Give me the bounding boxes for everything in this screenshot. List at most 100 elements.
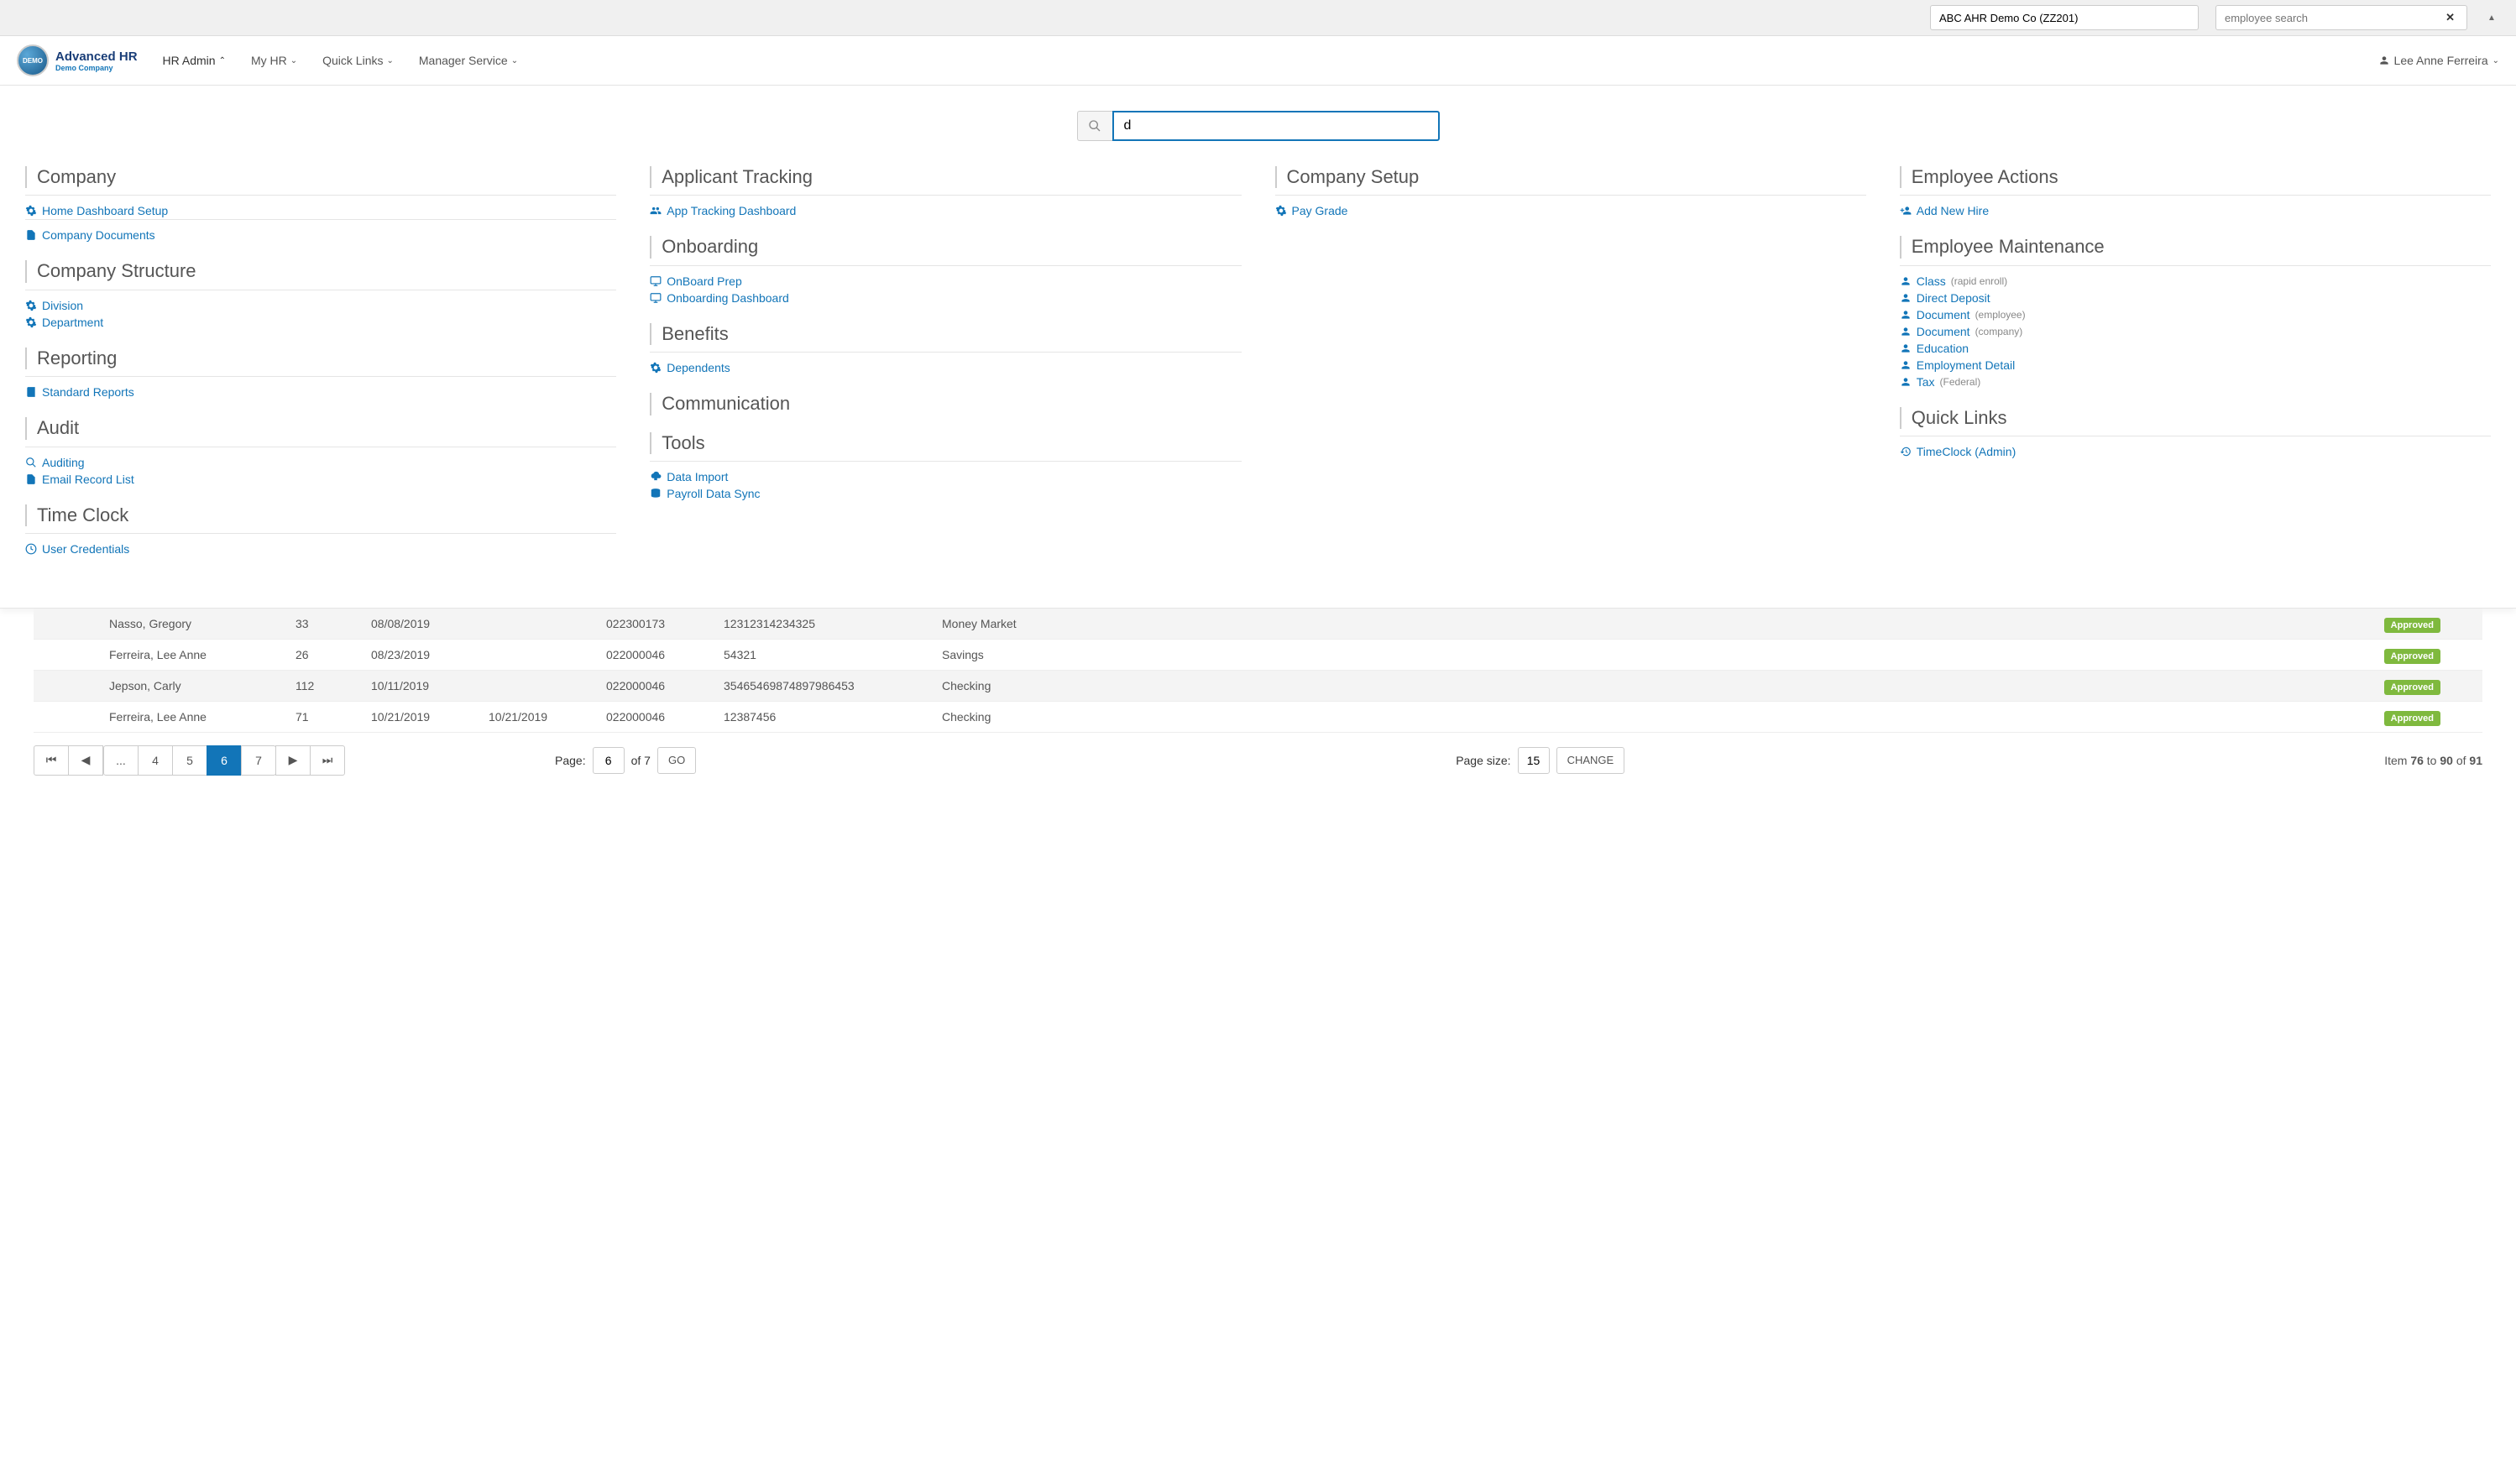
link-department[interactable]: Department <box>25 314 616 331</box>
clear-icon[interactable]: ✕ <box>2442 11 2458 24</box>
scroll-up-icon[interactable]: ▲ <box>2484 13 2499 23</box>
link-label: Standard Reports <box>42 385 134 399</box>
page-prev[interactable]: ◀ <box>68 745 103 776</box>
table-row[interactable]: Ferreira, Lee Anne 71 10/21/2019 10/21/2… <box>34 701 2482 732</box>
page-input[interactable] <box>593 747 625 774</box>
link-onboard-prep[interactable]: OnBoard Prep <box>650 273 1241 290</box>
link-division[interactable]: Division <box>25 297 616 314</box>
nav-manager-service[interactable]: Manager Service ⌄ <box>419 54 518 67</box>
status-badge: Approved <box>2384 618 2440 633</box>
page-5[interactable]: 5 <box>172 745 207 776</box>
page-last[interactable]: ⏭ <box>310 745 345 776</box>
link-label: OnBoard Prep <box>667 274 742 288</box>
link-label: Division <box>42 299 83 312</box>
gear-icon <box>650 362 662 374</box>
page-first[interactable]: ⏮ <box>34 745 69 776</box>
link-label: Home Dashboard Setup <box>42 204 168 217</box>
cell-status: Approved <box>1066 701 2482 732</box>
link-pay-grade[interactable]: Pay Grade <box>1275 202 1866 219</box>
link-label: Document <box>1917 325 1970 338</box>
link-onboarding-dashboard[interactable]: Onboarding Dashboard <box>650 290 1241 306</box>
change-button[interactable]: CHANGE <box>1556 747 1625 774</box>
book-icon <box>25 386 37 398</box>
table-row[interactable]: Jepson, Carly 112 10/11/2019 022000046 3… <box>34 670 2482 701</box>
link-education[interactable]: Education <box>1900 340 2491 357</box>
users-icon <box>650 205 662 217</box>
nav-my-hr-label: My HR <box>251 54 287 67</box>
page-4[interactable]: 4 <box>138 745 173 776</box>
link-label: Dependents <box>667 361 730 374</box>
link-employment-detail[interactable]: Employment Detail <box>1900 357 2491 374</box>
chevron-down-icon: ⌄ <box>290 56 297 65</box>
of-label: of 7 <box>631 754 651 767</box>
link-data-import[interactable]: Data Import <box>650 468 1241 485</box>
cell-routing: 022000046 <box>596 639 714 670</box>
link-label: User Credentials <box>42 542 129 556</box>
page-6[interactable]: 6 <box>207 745 242 776</box>
cell-type: Savings <box>932 639 1066 670</box>
link-note: (rapid enroll) <box>1951 275 2007 287</box>
section-time-clock: Time Clock <box>25 504 616 526</box>
user-icon <box>1900 359 1912 371</box>
section-company-structure: Company Structure <box>25 260 616 282</box>
page-next[interactable]: ▶ <box>275 745 311 776</box>
user-menu[interactable]: Lee Anne Ferreira ⌄ <box>2378 54 2499 67</box>
search-icon <box>25 457 37 468</box>
employee-search-input[interactable] <box>2225 12 2442 24</box>
menu-search-input[interactable] <box>1112 111 1440 141</box>
cell-date2 <box>479 670 596 701</box>
link-app-tracking-dashboard[interactable]: App Tracking Dashboard <box>650 202 1241 219</box>
link-class[interactable]: Class (rapid enroll) <box>1900 273 2491 290</box>
link-tax[interactable]: Tax (Federal) <box>1900 374 2491 390</box>
brand-title: Advanced HR <box>55 50 138 64</box>
page-...[interactable]: ... <box>103 745 139 776</box>
history-icon <box>1900 446 1912 457</box>
link-add-new-hire[interactable]: Add New Hire <box>1900 202 2491 219</box>
page-7[interactable]: 7 <box>241 745 276 776</box>
brand-logo[interactable]: DEMO Advanced HR Demo Company <box>17 44 138 76</box>
section-onboarding: Onboarding <box>650 236 1241 258</box>
link-label: Pay Grade <box>1292 204 1348 217</box>
section-reporting: Reporting <box>25 347 616 369</box>
status-badge: Approved <box>2384 649 2440 664</box>
link-auditing[interactable]: Auditing <box>25 454 616 471</box>
cell-name: Ferreira, Lee Anne <box>34 639 285 670</box>
link-payroll-data-sync[interactable]: Payroll Data Sync <box>650 485 1241 502</box>
nav-quick-links[interactable]: Quick Links ⌄ <box>322 54 394 67</box>
section-employee-actions: Employee Actions <box>1900 166 2491 188</box>
table-row[interactable]: Nasso, Gregory 33 08/08/2019 022300173 1… <box>34 609 2482 640</box>
link-email-record-list[interactable]: Email Record List <box>25 471 616 488</box>
link-document-employee[interactable]: Document (employee) <box>1900 306 2491 323</box>
company-selector[interactable] <box>1930 5 2199 30</box>
mega-menu: Company Home Dashboard Setup Company Doc… <box>0 86 2516 609</box>
monitor-icon <box>650 275 662 287</box>
monitor-icon <box>650 292 662 304</box>
link-direct-deposit[interactable]: Direct Deposit <box>1900 290 2491 306</box>
cell-id: 112 <box>285 670 361 701</box>
link-home-dashboard-setup[interactable]: Home Dashboard Setup <box>25 202 616 219</box>
cell-routing: 022300173 <box>596 609 714 640</box>
cell-name: Nasso, Gregory <box>34 609 285 640</box>
nav-my-hr[interactable]: My HR ⌄ <box>251 54 297 67</box>
user-icon <box>1900 275 1912 287</box>
go-button[interactable]: GO <box>657 747 696 774</box>
link-dependents[interactable]: Dependents <box>650 359 1241 376</box>
cell-routing: 022000046 <box>596 670 714 701</box>
link-label: TimeClock (Admin) <box>1917 445 2016 458</box>
section-applicant-tracking: Applicant Tracking <box>650 166 1241 188</box>
link-company-documents[interactable]: Company Documents <box>25 227 616 243</box>
table-row[interactable]: Ferreira, Lee Anne 26 08/23/2019 0220000… <box>34 639 2482 670</box>
page-size-input[interactable] <box>1518 747 1550 774</box>
nav-hr-admin[interactable]: HR Admin ⌃ <box>163 54 226 67</box>
user-plus-icon <box>1900 205 1912 217</box>
link-standard-reports[interactable]: Standard Reports <box>25 384 616 400</box>
cell-type: Money Market <box>932 609 1066 640</box>
link-timeclock-admin[interactable]: TimeClock (Admin) <box>1900 443 2491 460</box>
size-label: Page size: <box>1456 754 1510 767</box>
link-user-credentials[interactable]: User Credentials <box>25 541 616 557</box>
link-document-company[interactable]: Document (company) <box>1900 323 2491 340</box>
section-tools: Tools <box>650 432 1241 454</box>
link-label: Company Documents <box>42 228 155 242</box>
cell-date1: 10/11/2019 <box>361 670 479 701</box>
database-icon <box>650 488 662 499</box>
